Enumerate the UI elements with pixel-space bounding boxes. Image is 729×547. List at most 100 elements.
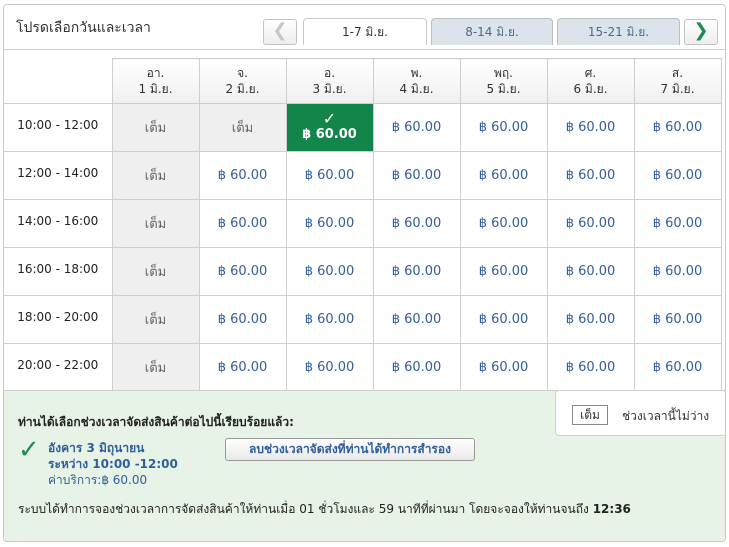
slot-open[interactable]: ฿ 60.00: [198, 343, 287, 392]
slot-open[interactable]: ฿ 60.00: [459, 295, 548, 344]
slot-open[interactable]: ฿ 60.00: [198, 151, 287, 200]
day-date: 1 มิ.ย.: [138, 82, 173, 96]
day-weekday: พฤ.: [494, 66, 513, 80]
slot-open[interactable]: ฿ 60.00: [372, 151, 461, 200]
slot-open[interactable]: ฿ 60.00: [285, 343, 374, 392]
slot-open[interactable]: ฿ 60.00: [198, 199, 287, 248]
slot-price: ฿ 60.00: [391, 360, 442, 375]
check-icon: ✓: [322, 108, 337, 128]
slot-open[interactable]: ฿ 60.00: [285, 151, 374, 200]
slot-price: ฿ 60.00: [478, 312, 529, 327]
slot-full: เต็ม: [111, 295, 200, 344]
slot-open[interactable]: ฿ 60.00: [459, 103, 548, 152]
slot-selected[interactable]: ✓ ฿ 60.00: [285, 103, 374, 152]
slot-open[interactable]: ฿ 60.00: [633, 295, 722, 344]
remove-reservation-button[interactable]: ลบช่วงเวลาจัดส่งที่ท่านได้ทำการสำรอง: [225, 438, 475, 461]
check-icon: ✓: [18, 435, 40, 465]
slot-full-label: เต็ม: [144, 121, 167, 136]
slot-open[interactable]: ฿ 60.00: [459, 199, 548, 248]
slot-full-label: เต็ม: [231, 121, 254, 136]
service-fee: ค่าบริการ:฿ 60.00: [48, 473, 148, 487]
prev-week-button[interactable]: ❮: [263, 19, 297, 45]
slot-price: ฿ 60.00: [217, 168, 268, 183]
slot-open[interactable]: ฿ 60.00: [285, 247, 374, 296]
slot-open[interactable]: ฿ 60.00: [633, 103, 722, 152]
tab-week-1[interactable]: 1-7 มิ.ย.: [303, 18, 427, 45]
slot-open[interactable]: ฿ 60.00: [459, 247, 548, 296]
confirmation-heading: ท่านได้เลือกช่วงเวลาจัดส่งสินค้าต่อไปนี้…: [18, 415, 294, 429]
tab-week-2[interactable]: 8-14 มิ.ย.: [431, 18, 553, 45]
slot-price: ฿ 60.00: [565, 312, 616, 327]
slot-open[interactable]: ฿ 60.00: [546, 247, 635, 296]
day-weekday: พ.: [410, 66, 423, 80]
slot-price: ฿ 60.00: [652, 264, 703, 279]
slot-open[interactable]: ฿ 60.00: [372, 343, 461, 392]
slot-open[interactable]: ฿ 60.00: [546, 103, 635, 152]
slot-open[interactable]: ฿ 60.00: [546, 199, 635, 248]
slot-full-label: เต็ม: [144, 169, 167, 184]
slot-open[interactable]: ฿ 60.00: [285, 295, 374, 344]
table-row: 12:00 - 14:00 เต็ม ฿ 60.00 ฿ 60.00 ฿ 60.00 ฿ …: [4, 151, 722, 200]
tab-week-3[interactable]: 15-21 มิ.ย.: [557, 18, 680, 45]
day-weekday: จ.: [237, 66, 248, 80]
chevron-right-icon: ❯: [693, 20, 709, 41]
day-header: พ. 4 มิ.ย.: [372, 58, 461, 104]
day-header: ส. 7 มิ.ย.: [633, 58, 722, 104]
next-week-button[interactable]: ❯: [684, 19, 718, 45]
slot-open[interactable]: ฿ 60.00: [459, 343, 548, 392]
slot-open[interactable]: ฿ 60.00: [372, 199, 461, 248]
slot-full: เต็ม: [111, 247, 200, 296]
slot-open[interactable]: ฿ 60.00: [546, 343, 635, 392]
slot-price: ฿ 60.00: [391, 216, 442, 231]
slot-full: เต็ม: [111, 151, 200, 200]
day-date: 6 มิ.ย.: [573, 82, 608, 96]
slot-full: เต็ม: [198, 103, 287, 152]
slot-price: ฿ 60.00: [391, 312, 442, 327]
slot-price: ฿ 60.00: [565, 264, 616, 279]
slot-open[interactable]: ฿ 60.00: [459, 151, 548, 200]
day-date: 3 มิ.ย.: [312, 82, 347, 96]
slot-open[interactable]: ฿ 60.00: [372, 103, 461, 152]
slot-open[interactable]: ฿ 60.00: [372, 295, 461, 344]
slot-full: เต็ม: [111, 103, 200, 152]
slot-open[interactable]: ฿ 60.00: [633, 151, 722, 200]
slot-price: ฿ 60.00: [478, 360, 529, 375]
slot-price: ฿ 60.00: [478, 168, 529, 183]
slot-price: ฿ 60.00: [652, 312, 703, 327]
slot-price: ฿ 60.00: [652, 168, 703, 183]
slot-price: ฿ 60.00: [304, 264, 355, 279]
slot-price: ฿ 60.00: [652, 360, 703, 375]
slot-price: ฿ 60.00: [302, 126, 357, 142]
slot-price: ฿ 60.00: [304, 216, 355, 231]
slot-open[interactable]: ฿ 60.00: [546, 151, 635, 200]
slot-price: ฿ 60.00: [652, 216, 703, 231]
slot-open[interactable]: ฿ 60.00: [633, 247, 722, 296]
grid-corner: [4, 58, 112, 104]
legend-text: ช่วงเวลานี้ไม่ว่าง: [622, 409, 710, 423]
slot-open[interactable]: ฿ 60.00: [372, 247, 461, 296]
slot-full-label: เต็ม: [144, 217, 167, 232]
slot-open[interactable]: ฿ 60.00: [633, 199, 722, 248]
time-label: 20:00 - 22:00: [4, 343, 112, 392]
slot-price: ฿ 60.00: [565, 168, 616, 183]
table-row: 18:00 - 20:00 เต็ม ฿ 60.00 ฿ 60.00 ฿ 60.00 ฿ …: [4, 295, 722, 344]
slot-open[interactable]: ฿ 60.00: [198, 247, 287, 296]
time-label: 14:00 - 16:00: [4, 199, 112, 248]
slot-open[interactable]: ฿ 60.00: [633, 343, 722, 392]
table-row: 16:00 - 18:00 เต็ม ฿ 60.00 ฿ 60.00 ฿ 60.00 ฿ …: [4, 247, 722, 296]
slot-price: ฿ 60.00: [565, 216, 616, 231]
reservation-note-text: ระบบได้ทำการจองช่วงเวลาการจัดส่งสินค้าให…: [18, 502, 589, 516]
slot-price: ฿ 60.00: [304, 360, 355, 375]
slot-price: ฿ 60.00: [217, 312, 268, 327]
slot-open[interactable]: ฿ 60.00: [285, 199, 374, 248]
slot-price: ฿ 60.00: [391, 168, 442, 183]
day-weekday: อ.: [323, 66, 336, 80]
slot-open[interactable]: ฿ 60.00: [546, 295, 635, 344]
day-header: จ. 2 มิ.ย.: [198, 58, 287, 104]
page-title: โปรดเลือกวันและเวลา: [16, 20, 151, 36]
slot-price: ฿ 60.00: [565, 360, 616, 375]
slot-price: ฿ 60.00: [478, 264, 529, 279]
legend-box: เต็ม ช่วงเวลานี้ไม่ว่าง: [555, 390, 725, 436]
day-header-row: อา. 1 มิ.ย. จ. 2 มิ.ย. อ. 3 มิ.ย. พ. 4 มิ.ย. พฤ.…: [4, 58, 722, 104]
slot-open[interactable]: ฿ 60.00: [198, 295, 287, 344]
